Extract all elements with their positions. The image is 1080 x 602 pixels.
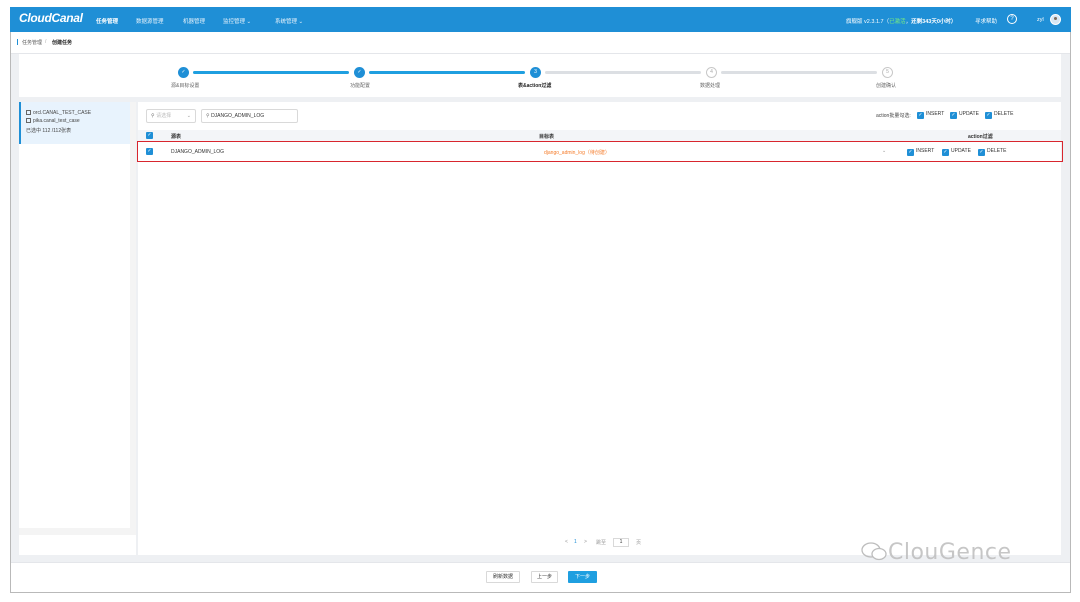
nav-item-datasources[interactable]: 数据源管理 (136, 17, 164, 25)
checkbox-checked-icon: ✓ (978, 149, 985, 156)
row-update-checkbox[interactable]: ✓ UPDATE (942, 148, 971, 156)
left-db-panel (19, 102, 130, 528)
checkbox-checked-icon: ✓ (917, 112, 924, 119)
batch-delete-label: DELETE (994, 111, 1014, 117)
search-icon: ⚲ (206, 113, 210, 119)
step-2-check-icon: ✓ (354, 67, 365, 78)
app-logo[interactable]: CloudCanal (19, 11, 83, 25)
edition-label: 旗舰版 v2.3.1.7（已激活，还剩343天0小时） (846, 17, 956, 25)
step-connector-2 (369, 71, 525, 74)
nav-item-machines[interactable]: 机器管理 (183, 17, 205, 25)
left-panel-footer (19, 535, 136, 555)
refresh-data-button[interactable]: 刷新数据 (486, 571, 520, 583)
step-1-label: 源&目标设置 (171, 83, 200, 89)
left-vertical-scrollbar[interactable] (130, 102, 136, 528)
step-connector-3 (545, 71, 701, 74)
row-insert-checkbox[interactable]: ✓ INSERT (907, 148, 934, 156)
breadcrumb (11, 32, 1070, 54)
step-connector-1 (193, 71, 349, 74)
chevron-down-icon: ⌄ (186, 113, 191, 119)
pagination-page-unit: 页 (636, 540, 642, 546)
prev-step-button[interactable]: 上一步 (531, 571, 558, 583)
checkbox-checked-icon: ✓ (985, 112, 992, 119)
batch-update-checkbox[interactable]: ✓ UPDATE (950, 111, 979, 119)
breadcrumb-parent[interactable]: 任务管理 (22, 39, 42, 46)
row-target-table[interactable]: django_admin_log（待创建） (544, 149, 610, 156)
step-4-indicator: 4 (706, 67, 717, 78)
schema-select-placeholder: 请选择 (156, 113, 172, 119)
row-source-table: DJANGO_ADMIN_LOG (171, 149, 225, 155)
schema-select[interactable]: ⚲ 请选择 ⌄ (146, 109, 196, 123)
table-filter-panel (138, 102, 1061, 555)
header-target-table: 目标表 (539, 134, 555, 140)
table-search-input[interactable]: ⚲ DJANGO_ADMIN_LOG (201, 109, 298, 123)
search-icon: ⚲ (151, 113, 155, 119)
breadcrumb-separator: / (45, 39, 47, 45)
db-source-name: orcl.CANAL_TEST_CASE (33, 110, 92, 116)
step-1-check-icon: ✓ (178, 67, 189, 78)
step-5-label: 创建确认 (876, 83, 897, 89)
breadcrumb-current: 创建任务 (52, 40, 73, 46)
pagination-prev[interactable]: < (565, 539, 568, 545)
checkbox-checked-icon: ✓ (950, 112, 957, 119)
batch-action-label: action批量勾选: (876, 113, 911, 119)
nav-item-monitor[interactable]: 监控管理 ⌄ (223, 17, 251, 25)
chevron-down-icon[interactable]: ⌄ (882, 148, 886, 154)
pagination-goto-input[interactable]: 1 (613, 538, 629, 547)
row-delete-checkbox[interactable]: ✓ DELETE (978, 148, 1006, 156)
pagination-page-1[interactable]: 1 (574, 539, 577, 545)
database-icon (26, 118, 31, 123)
batch-insert-label: INSERT (926, 111, 945, 117)
selected-count: 已选中 112 /112张表 (26, 128, 72, 134)
nav-item-tasks[interactable]: 任务管理 (96, 17, 118, 25)
checkbox-checked-icon: ✓ (942, 149, 949, 156)
step-3-indicator: 3 (530, 67, 541, 78)
table-search-value: DJANGO_ADMIN_LOG (211, 113, 265, 119)
left-horizontal-scrollbar[interactable] (19, 528, 136, 535)
edition-version: 旗舰版 v2.3.1.7 (846, 19, 884, 25)
help-link[interactable]: 寻求帮助 (975, 17, 997, 25)
next-step-button[interactable]: 下一步 (568, 571, 597, 583)
license-remaining: 还剩343天0小时） (911, 19, 957, 25)
step-5-indicator: 5 (882, 67, 893, 78)
row-update-label: UPDATE (951, 148, 971, 154)
wechat-icon (861, 542, 887, 561)
user-name[interactable]: zyl (1037, 17, 1044, 23)
checkbox-checked-icon: ✓ (907, 149, 914, 156)
db-target-name: pika.canal_test_case (33, 118, 80, 124)
pagination-next[interactable]: > (584, 539, 587, 545)
step-3-label: 表&action过滤 (518, 83, 552, 89)
nav-item-system[interactable]: 系统管理 ⌄ (275, 17, 303, 25)
step-connector-4 (721, 71, 877, 74)
db-source-line: orcl.CANAL_TEST_CASE (26, 110, 91, 116)
batch-insert-checkbox[interactable]: ✓ INSERT (917, 111, 944, 119)
step-2-label: 功能配置 (350, 83, 371, 89)
pagination-goto-label: 跳至 (596, 540, 607, 546)
select-all-checkbox[interactable]: ✓ (146, 132, 153, 139)
question-icon[interactable]: ? (1007, 14, 1017, 24)
header-source-table: 源表 (171, 134, 182, 140)
step-4-label: 数据处理 (700, 83, 721, 89)
row-checkbox[interactable]: ✓ (146, 148, 153, 155)
avatar[interactable] (1050, 14, 1061, 25)
db-target-line: pika.canal_test_case (26, 118, 80, 124)
database-icon (26, 110, 31, 115)
batch-delete-checkbox[interactable]: ✓ DELETE (985, 111, 1013, 119)
batch-update-label: UPDATE (959, 111, 979, 117)
breadcrumb-marker (17, 39, 18, 45)
row-delete-label: DELETE (987, 148, 1007, 154)
row-insert-label: INSERT (916, 148, 935, 154)
license-status: 已激活 (889, 19, 906, 25)
header-action-filter: action过滤 (968, 134, 993, 140)
